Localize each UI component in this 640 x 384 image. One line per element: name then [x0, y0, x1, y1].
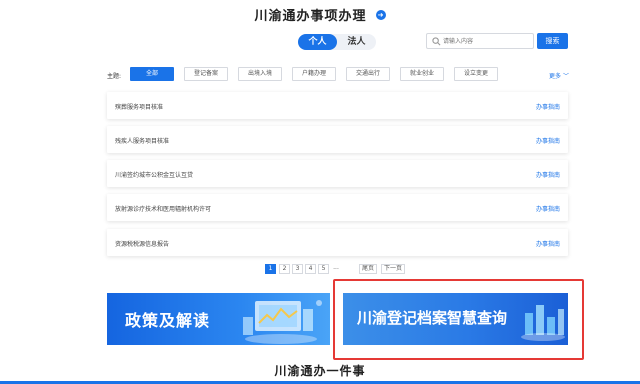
- filter-chip-household[interactable]: 户籍办理: [292, 67, 336, 81]
- page-ellipsis: ...: [333, 264, 339, 271]
- policy-banner-text: 政策及解读: [125, 311, 211, 330]
- archive-query-banner[interactable]: 川渝登记档案智慧查询: [343, 293, 568, 345]
- search-box[interactable]: [426, 33, 534, 49]
- filter-chip-establish[interactable]: 设立变更: [454, 67, 498, 81]
- page-title: 川渝通办事项办理: [254, 9, 367, 24]
- service-name: 残疾人服务项目核准: [115, 138, 170, 145]
- more-label: 更多: [549, 73, 562, 80]
- search-button[interactable]: 搜索: [537, 33, 568, 49]
- section-title: 川渝通办一件事: [274, 364, 366, 378]
- filter-chip-all[interactable]: 全部: [130, 67, 174, 81]
- service-name: 资源税税源信息报告: [115, 241, 170, 248]
- archive-banner-text: 川渝登记档案智慧查询: [357, 309, 508, 327]
- list-item[interactable]: 放射源诊疗技术和医用辐射机构许可 办事指南: [107, 194, 568, 221]
- policy-banner[interactable]: 政策及解读: [107, 293, 330, 345]
- service-name: 殡葬服务项目核准: [115, 104, 164, 111]
- last-page-button[interactable]: 尾页: [359, 264, 377, 274]
- more-filters-link[interactable]: 更多 ﹀: [549, 71, 569, 80]
- guide-link[interactable]: 办事指南: [536, 239, 560, 248]
- filter-label: 主题:: [107, 73, 122, 80]
- service-name: 川渝签约城市公积金互认互贷: [115, 172, 194, 179]
- policy-illustration: [243, 300, 322, 344]
- guide-link[interactable]: 办事指南: [536, 170, 560, 179]
- tab-personal[interactable]: 个人: [298, 34, 337, 50]
- page-1[interactable]: 1: [265, 264, 276, 274]
- next-page-button[interactable]: 下一页: [381, 264, 405, 274]
- page-header: 川渝通办事项办理 ➜: [0, 4, 640, 24]
- page-3[interactable]: 3: [292, 264, 303, 274]
- list-item[interactable]: 川渝签约城市公积金互认互贷 办事指南: [107, 160, 568, 187]
- service-name: 放射源诊疗技术和医用辐射机构许可: [115, 206, 212, 213]
- page-5[interactable]: 5: [318, 264, 329, 274]
- info-icon[interactable]: ➜: [375, 9, 386, 20]
- guide-link[interactable]: 办事指南: [536, 136, 560, 145]
- search-icon: [432, 37, 441, 46]
- filter-chip-entry-exit[interactable]: 出境入境: [238, 67, 282, 81]
- search-input[interactable]: [443, 35, 531, 47]
- list-item[interactable]: 殡葬服务项目核准 办事指南: [107, 92, 568, 119]
- chevron-down-icon: ﹀: [563, 73, 570, 80]
- guide-link[interactable]: 办事指南: [536, 204, 560, 213]
- filter-chip-employment[interactable]: 就业创业: [400, 67, 444, 81]
- filter-chip-registration[interactable]: 登记备案: [184, 67, 228, 81]
- page-4[interactable]: 4: [305, 264, 316, 274]
- guide-link[interactable]: 办事指南: [536, 102, 560, 111]
- page-2[interactable]: 2: [279, 264, 290, 274]
- filter-chip-transport[interactable]: 交通出行: [346, 67, 390, 81]
- archive-illustration: [521, 305, 565, 341]
- list-item[interactable]: 资源税税源信息报告 办事指南: [107, 229, 568, 256]
- tab-legal[interactable]: 法人: [337, 34, 376, 50]
- list-item[interactable]: 残疾人服务项目核准 办事指南: [107, 126, 568, 153]
- person-type-toggle[interactable]: 个人 法人: [298, 34, 376, 50]
